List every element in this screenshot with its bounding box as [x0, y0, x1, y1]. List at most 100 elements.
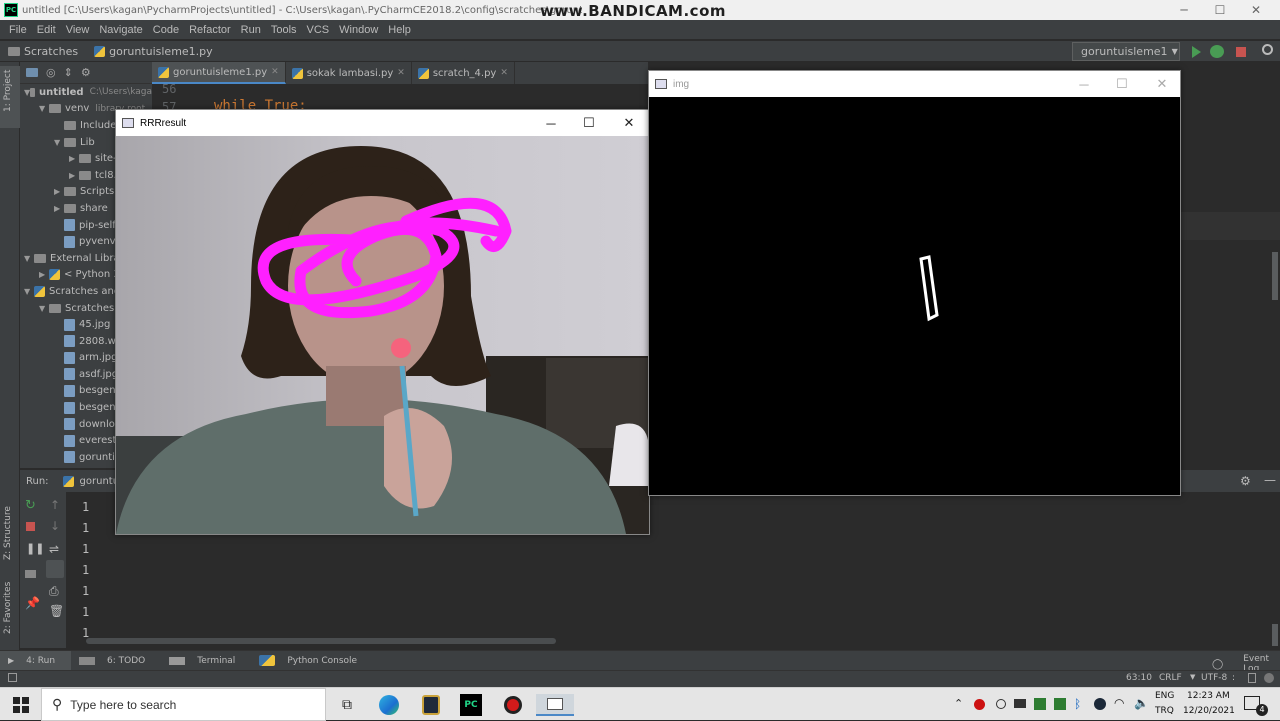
tray-icon[interactable] — [1014, 699, 1026, 708]
pause-icon[interactable]: ❚❚ — [26, 542, 44, 555]
menu-navigate[interactable]: Navigate — [94, 24, 147, 36]
file-encoding[interactable]: UTF-8 — [1201, 673, 1227, 683]
chevron-down-icon[interactable]: ▼ — [24, 254, 34, 263]
tab-goruntuisleme1[interactable]: goruntuisleme1.py ✕ — [152, 62, 286, 84]
breadcrumb-scratches[interactable]: Scratches — [0, 45, 86, 58]
gear-icon[interactable]: ⚙ — [1240, 474, 1251, 488]
run-configuration-select[interactable]: goruntuisleme1 ▼ — [1072, 42, 1180, 61]
tray-icon[interactable] — [1054, 698, 1066, 710]
menu-window[interactable]: Window — [334, 24, 383, 36]
line-separator[interactable]: CRLF — [1159, 673, 1182, 683]
print-icon[interactable]: ⎙ — [49, 584, 59, 599]
language-code[interactable]: ENG — [1155, 691, 1174, 701]
chevron-down-icon[interactable]: ▼ — [54, 138, 64, 147]
tab-scratch-4[interactable]: scratch_4.py ✕ — [412, 62, 515, 84]
windows-start-icon[interactable] — [13, 697, 29, 713]
stop-icon[interactable] — [1236, 47, 1246, 57]
close-button[interactable]: ✕ — [610, 110, 648, 136]
stop-icon[interactable] — [26, 522, 35, 531]
menu-help[interactable]: Help — [383, 24, 416, 36]
bandicam-icon[interactable] — [502, 694, 524, 716]
rrrresult-window[interactable]: RRRresult ─ ☐ ✕ — [115, 109, 650, 535]
tab-python-console[interactable]: Python Console — [251, 655, 373, 666]
chevron-right-icon[interactable]: ▶ — [69, 154, 79, 163]
close-button[interactable]: ✕ — [1143, 71, 1181, 97]
task-view-icon[interactable]: ⧉ — [336, 694, 358, 716]
clock-time[interactable]: 12:23 AM — [1187, 691, 1230, 701]
up-icon[interactable]: ↑ — [50, 498, 60, 512]
menu-tools[interactable]: Tools — [266, 24, 302, 36]
horizontal-scrollbar[interactable] — [86, 638, 556, 644]
lock-icon[interactable] — [1248, 673, 1256, 683]
rrrresult-titlebar[interactable]: RRRresult ─ ☐ ✕ — [116, 110, 649, 136]
tray-icon[interactable] — [1034, 698, 1046, 710]
menu-refactor[interactable]: Refactor — [184, 24, 236, 36]
favorites-tool-button[interactable]: 2: Favorites — [3, 582, 13, 634]
menu-run[interactable]: Run — [236, 24, 266, 36]
chevron-down-icon[interactable]: ▼ — [39, 304, 49, 313]
maximize-button[interactable]: ☐ — [570, 110, 608, 136]
project-view-icon[interactable] — [26, 68, 38, 77]
app-icon[interactable] — [420, 694, 442, 716]
chevron-right-icon[interactable]: ▶ — [54, 187, 64, 196]
layout-toggle-icon[interactable] — [8, 673, 17, 682]
caret-position[interactable]: 63:10 — [1126, 673, 1152, 683]
chevron-right-icon[interactable]: ▶ — [69, 171, 79, 180]
keyboard-layout[interactable]: TRQ — [1155, 706, 1174, 716]
target-icon[interactable]: ◎ — [46, 66, 56, 79]
menu-code[interactable]: Code — [148, 24, 184, 36]
tab-run[interactable]: ▶ 4: Run — [0, 650, 72, 671]
breadcrumb-file[interactable]: goruntuisleme1.py — [86, 45, 221, 58]
chevron-down-icon[interactable]: ▼ — [24, 287, 34, 296]
chevron-right-icon[interactable]: ▶ — [54, 204, 64, 213]
tray-chevron-up-icon[interactable]: ⌃ — [954, 697, 963, 710]
gear-icon[interactable]: ⚙ — [81, 66, 91, 79]
inspector-icon[interactable] — [1264, 673, 1274, 683]
close-tab-icon[interactable]: ✕ — [500, 68, 508, 78]
menu-edit[interactable]: Edit — [32, 24, 61, 36]
debug-icon[interactable] — [1210, 45, 1224, 58]
tray-icon[interactable] — [996, 699, 1006, 709]
rerun-icon[interactable]: ↻ — [25, 498, 36, 513]
menu-file[interactable]: File — [4, 24, 32, 36]
tab-terminal[interactable]: Terminal — [161, 656, 251, 666]
menu-view[interactable]: View — [61, 24, 95, 36]
maximize-button[interactable]: ☐ — [1103, 71, 1141, 97]
bluetooth-icon[interactable]: ᛒ — [1074, 697, 1081, 711]
structure-tool-button[interactable]: Z: Structure — [3, 506, 13, 560]
wifi-icon[interactable]: ◠ — [1114, 696, 1124, 710]
run-icon[interactable] — [1192, 46, 1201, 58]
close-tab-icon[interactable]: ✕ — [271, 67, 279, 77]
maximize-button[interactable]: ☐ — [1202, 0, 1238, 20]
soft-wrap-icon[interactable]: ⇌ — [49, 542, 59, 556]
volume-icon[interactable]: 🔈 — [1134, 696, 1149, 710]
tree-item[interactable]: ▼ untitled C:\Users\kaga — [20, 84, 152, 101]
close-tab-icon[interactable]: ✕ — [397, 68, 405, 78]
img-titlebar[interactable]: img ─ ☐ ✕ — [649, 71, 1180, 97]
project-tool-button[interactable]: 1: Project — [3, 70, 13, 112]
taskbar-search-input[interactable]: ⚲ Type here to search — [41, 688, 326, 721]
record-tray-icon[interactable] — [974, 699, 985, 710]
edge-icon[interactable] — [378, 694, 400, 716]
chevron-down-icon[interactable]: ▼ — [39, 104, 49, 113]
clock-date[interactable]: 12/20/2021 — [1183, 706, 1235, 716]
menu-vcs[interactable]: VCS — [302, 24, 335, 36]
trash-icon[interactable]: 🗑 — [49, 604, 64, 618]
minimize-button[interactable]: ─ — [1065, 71, 1103, 97]
search-everywhere-icon[interactable] — [1262, 44, 1273, 55]
minimize-button[interactable]: ─ — [1166, 0, 1202, 20]
tab-sokak-lambasi[interactable]: sokak lambasi.py ✕ — [286, 62, 412, 84]
minimize-button[interactable]: ─ — [532, 110, 570, 136]
opencv-window-icon[interactable] — [536, 694, 574, 716]
layout-icon[interactable] — [25, 570, 36, 578]
tab-todo[interactable]: 6: TODO — [71, 656, 161, 666]
img-window[interactable]: img ─ ☐ ✕ — [648, 70, 1181, 496]
down-icon[interactable]: ↓ — [50, 519, 60, 533]
collapse-icon[interactable]: ⇕ — [64, 66, 73, 79]
hide-panel-icon[interactable]: — — [1264, 473, 1276, 487]
steam-icon[interactable] — [1094, 698, 1106, 710]
vertical-scrollbar[interactable] — [1272, 624, 1278, 646]
close-button[interactable]: ✕ — [1238, 0, 1274, 20]
pin-icon[interactable]: 📌 — [25, 596, 40, 610]
scroll-to-end-icon[interactable] — [46, 560, 64, 578]
